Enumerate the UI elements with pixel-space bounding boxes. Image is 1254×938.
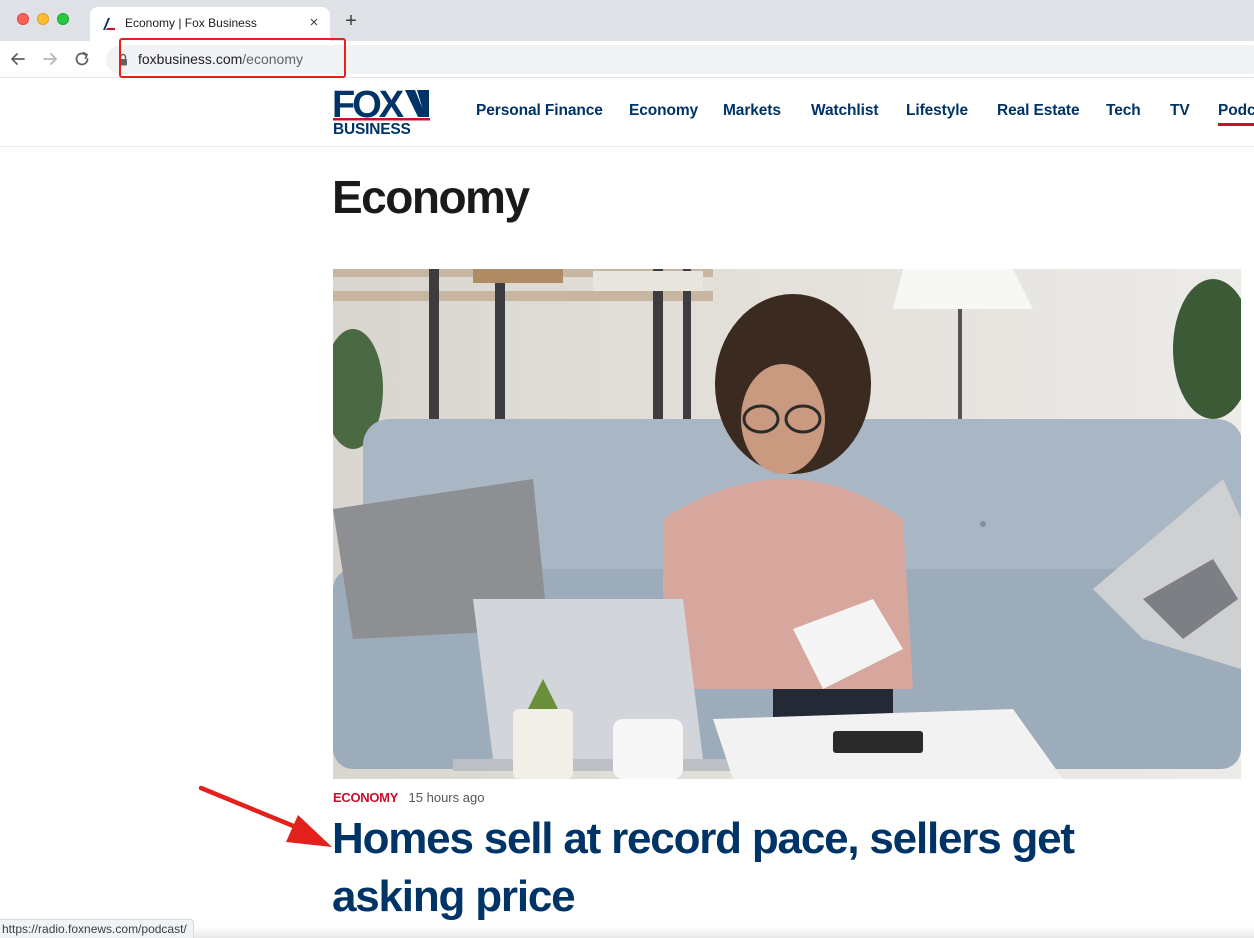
address-bar[interactable]: foxbusiness.com/economy [106, 45, 1254, 74]
nav-item-personal-finance[interactable]: Personal Finance [476, 102, 603, 120]
nav-item-tech[interactable]: Tech [1106, 102, 1141, 120]
nav-item-markets[interactable]: Markets [723, 102, 781, 120]
story-meta: ECONOMY 15 hours ago [333, 789, 484, 807]
story-category-link[interactable]: ECONOMY [333, 790, 398, 805]
nav-item-watchlist[interactable]: Watchlist [811, 102, 879, 120]
nav-item-lifestyle[interactable]: Lifestyle [906, 102, 968, 120]
logo-bottom-text: BUSINESS [333, 121, 411, 135]
lock-icon[interactable] [118, 53, 128, 66]
nav-item-economy[interactable]: Economy [629, 102, 698, 120]
close-window-button[interactable] [17, 13, 29, 25]
lead-story-headline[interactable]: Homes sell at record pace, sellers get a… [332, 810, 1212, 926]
link-status-bar: https://radio.foxnews.com/podcast/ [0, 919, 194, 938]
browser-tab-active[interactable]: Economy | Fox Business × [90, 7, 330, 41]
annotation-arrow-icon [198, 785, 332, 847]
fox-business-favicon-icon [103, 18, 115, 30]
site-header: FOX BUSINESS Personal Finance Economy Ma… [0, 78, 1254, 147]
page-title: Economy [332, 171, 530, 223]
nav-item-real-estate[interactable]: Real Estate [997, 102, 1080, 120]
back-arrow-icon[interactable] [7, 48, 29, 70]
browser-toolbar: foxbusiness.com/economy [0, 41, 1254, 78]
forward-arrow-icon[interactable] [39, 48, 61, 70]
tab-title: Economy | Fox Business [125, 16, 257, 30]
new-tab-button[interactable]: + [340, 10, 362, 32]
url-text: foxbusiness.com/economy [138, 51, 303, 67]
minimize-window-button[interactable] [37, 13, 49, 25]
maximize-window-button[interactable] [57, 13, 69, 25]
woman-on-couch-illustration [333, 269, 1241, 779]
url-domain: foxbusiness.com [138, 51, 243, 67]
nav-item-podcasts[interactable]: Podc [1218, 102, 1254, 126]
lead-story-image[interactable] [333, 269, 1241, 779]
browser-tab-strip: Economy | Fox Business × + [0, 0, 1254, 41]
story-timestamp: 15 hours ago [408, 790, 485, 805]
tab-close-icon[interactable]: × [306, 15, 322, 31]
url-path: /economy [242, 51, 303, 67]
fox-business-logo[interactable]: FOX BUSINESS [333, 87, 430, 135]
reload-icon[interactable] [71, 48, 93, 70]
nav-item-tv[interactable]: TV [1170, 102, 1190, 120]
